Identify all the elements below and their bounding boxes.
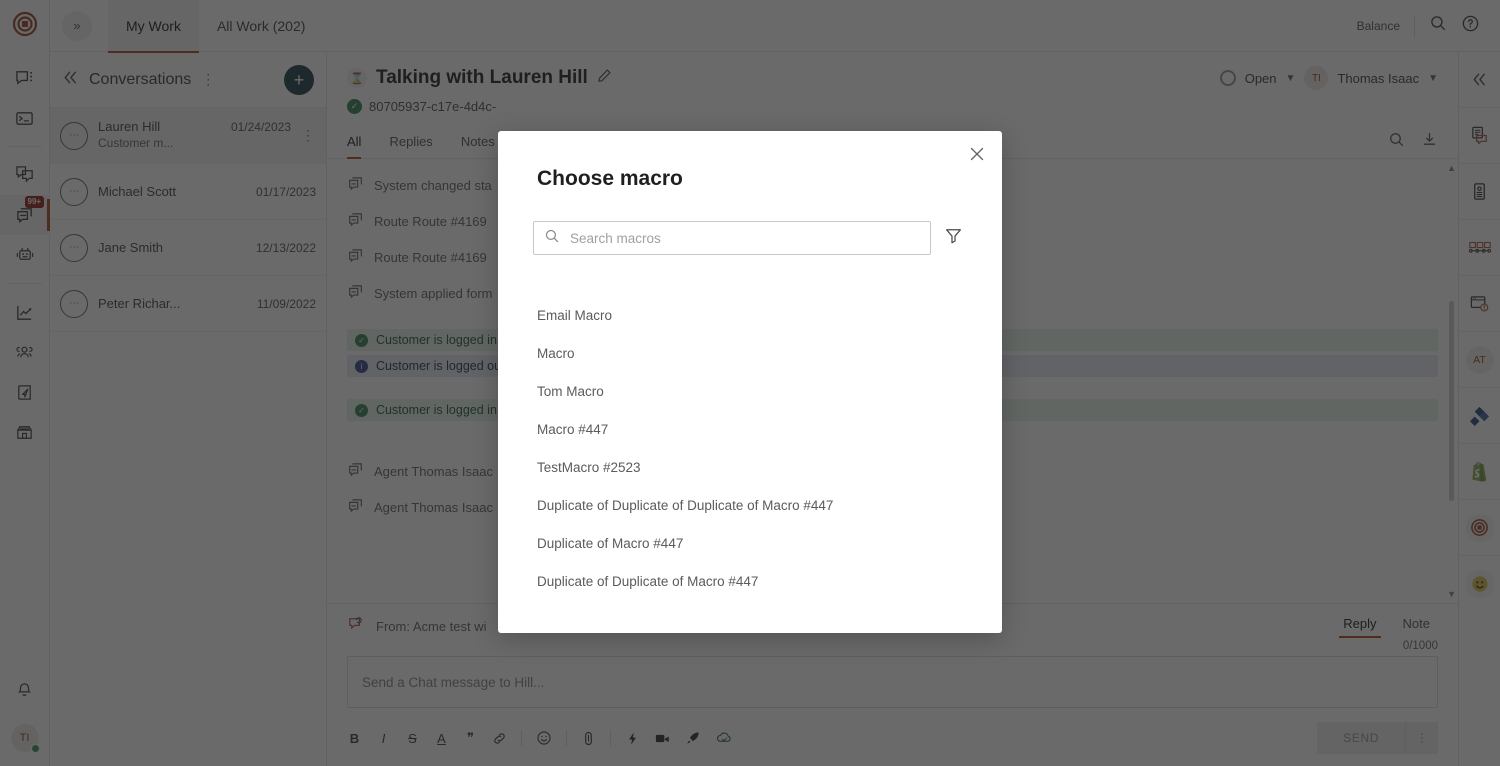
close-icon[interactable] [966, 143, 988, 165]
macro-search-row [498, 191, 1002, 255]
list-item[interactable]: Duplicate of Macro #447 [498, 524, 1002, 562]
app-root: 99+ TI [0, 0, 1500, 766]
list-item[interactable]: Email Macro [498, 296, 1002, 334]
macro-list: Email Macro Macro Tom Macro Macro #447 T… [498, 255, 1002, 600]
search-macros-field[interactable] [533, 221, 931, 255]
search-input[interactable] [570, 231, 920, 246]
filter-icon[interactable] [944, 226, 963, 250]
list-item[interactable]: TestMacro #2523 [498, 448, 1002, 486]
list-item[interactable]: Duplicate of Duplicate of Macro #447 [498, 562, 1002, 600]
list-item[interactable]: Macro #447 [498, 410, 1002, 448]
choose-macro-modal: Choose macro Email Macro Macro Tom Macro… [498, 131, 1002, 633]
list-item[interactable]: Duplicate of Duplicate of Duplicate of M… [498, 486, 1002, 524]
list-item[interactable]: Macro [498, 334, 1002, 372]
modal-title: Choose macro [498, 131, 1002, 191]
list-item[interactable]: Tom Macro [498, 372, 1002, 410]
search-icon [544, 228, 560, 249]
